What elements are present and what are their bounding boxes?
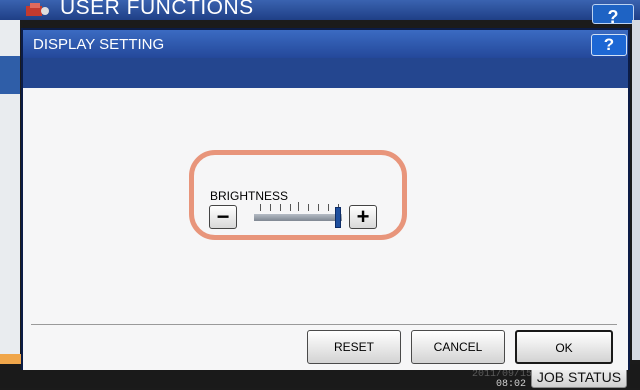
- background-title: USER FUNCTIONS: [60, 0, 254, 19]
- brightness-decrease-button[interactable]: −: [209, 205, 237, 229]
- user-functions-icon: [26, 3, 49, 16]
- background-right-panel: [632, 20, 640, 360]
- clock-date: 2011/09/15: [472, 369, 533, 380]
- brightness-increase-button[interactable]: +: [349, 205, 377, 229]
- brightness-ticks: [256, 202, 340, 212]
- dialog-title: DISPLAY SETTING: [33, 36, 165, 53]
- plus-icon: +: [356, 204, 370, 229]
- clock-time: 08:02: [495, 379, 526, 390]
- minus-icon: −: [216, 204, 230, 229]
- dialog-help-button[interactable]: ?: [591, 34, 627, 56]
- background-left-band: [0, 56, 20, 94]
- clock: 2011/09/15 08:02: [472, 369, 533, 390]
- brightness-slider-thumb[interactable]: [335, 207, 341, 228]
- dialog-header-band: [23, 58, 628, 88]
- brightness-label: BRIGHTNESS: [210, 189, 289, 203]
- reset-button[interactable]: RESET: [307, 330, 401, 364]
- cancel-button[interactable]: CANCEL: [411, 330, 505, 364]
- footer-divider: [31, 324, 617, 325]
- dialog-title-bar: DISPLAY SETTING ?: [23, 30, 628, 58]
- brightness-slider-track[interactable]: [254, 214, 342, 221]
- ok-button[interactable]: OK: [515, 330, 613, 364]
- background-help-button[interactable]: ?: [592, 4, 634, 27]
